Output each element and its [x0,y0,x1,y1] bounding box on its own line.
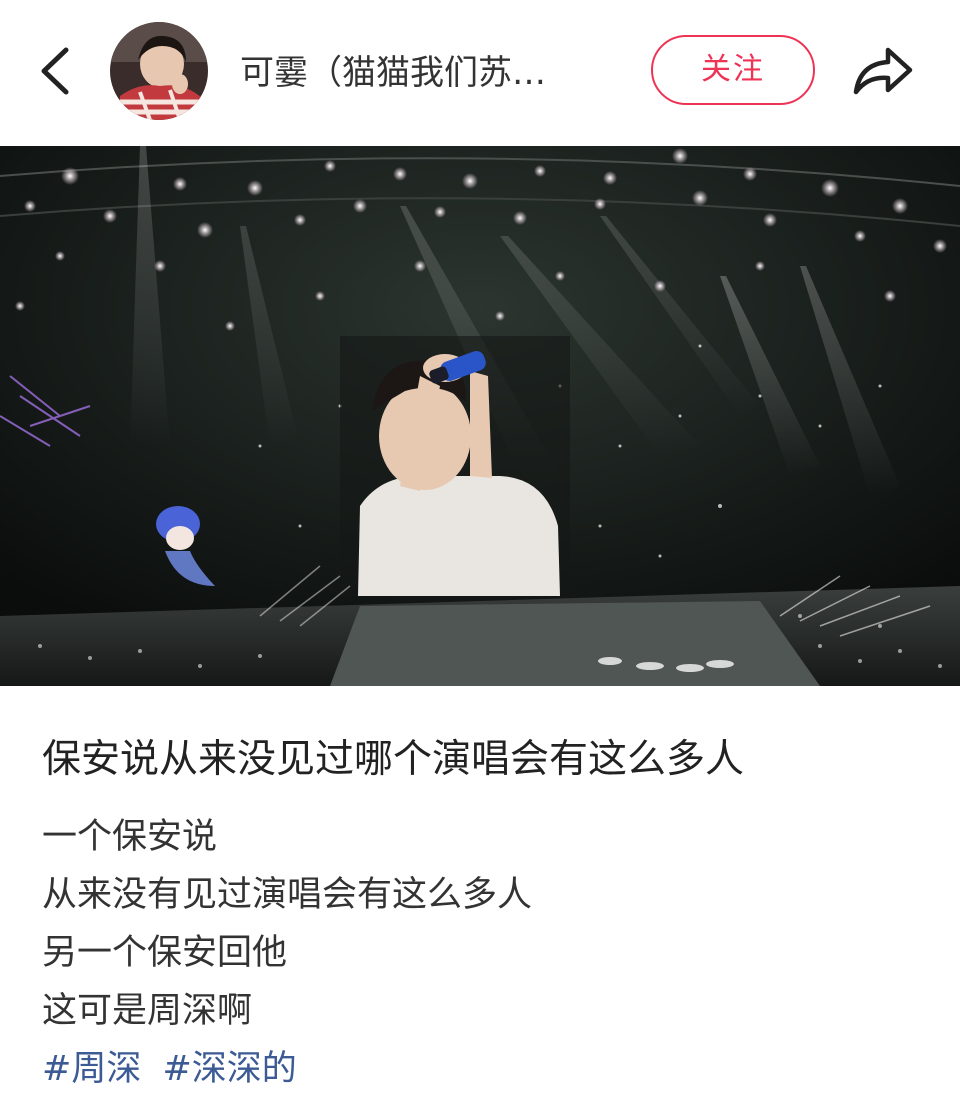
body-line: 一个保安说 [42,817,218,857]
body-line: 从来没有见过演唱会有这么多人 [42,875,533,915]
share-arrow-icon [853,47,913,95]
concert-photo [0,146,960,686]
post-detail-page: 可霎（猫猫我们苏… 关注 保安说从来没见过哪个演唱会有这么多人 一个保安说 从来… [0,0,960,1105]
back-button[interactable] [30,40,86,102]
chevron-left-icon [41,47,69,95]
author-name[interactable]: 可霎（猫猫我们苏… [240,48,610,98]
post-tags: #周深 #深深的 [42,1040,932,1098]
follow-button[interactable]: 关注 [651,35,815,105]
share-button[interactable] [850,40,916,100]
post-image[interactable] [0,146,960,686]
avatar-image [110,22,208,120]
post-body: 一个保安说 从来没有见过演唱会有这么多人 另一个保安回他 这可是周深啊 #周深 … [42,808,932,1098]
body-line: 另一个保安回他 [42,933,288,973]
post-header: 可霎（猫猫我们苏… 关注 [0,0,960,145]
hashtag-zhoushen[interactable]: #周深 [42,1049,141,1089]
author-avatar[interactable] [110,22,208,120]
post-title: 保安说从来没见过哪个演唱会有这么多人 [42,737,745,782]
body-line: 这可是周深啊 [42,991,253,1031]
hashtag-shenshende[interactable]: #深深的 [162,1049,296,1089]
